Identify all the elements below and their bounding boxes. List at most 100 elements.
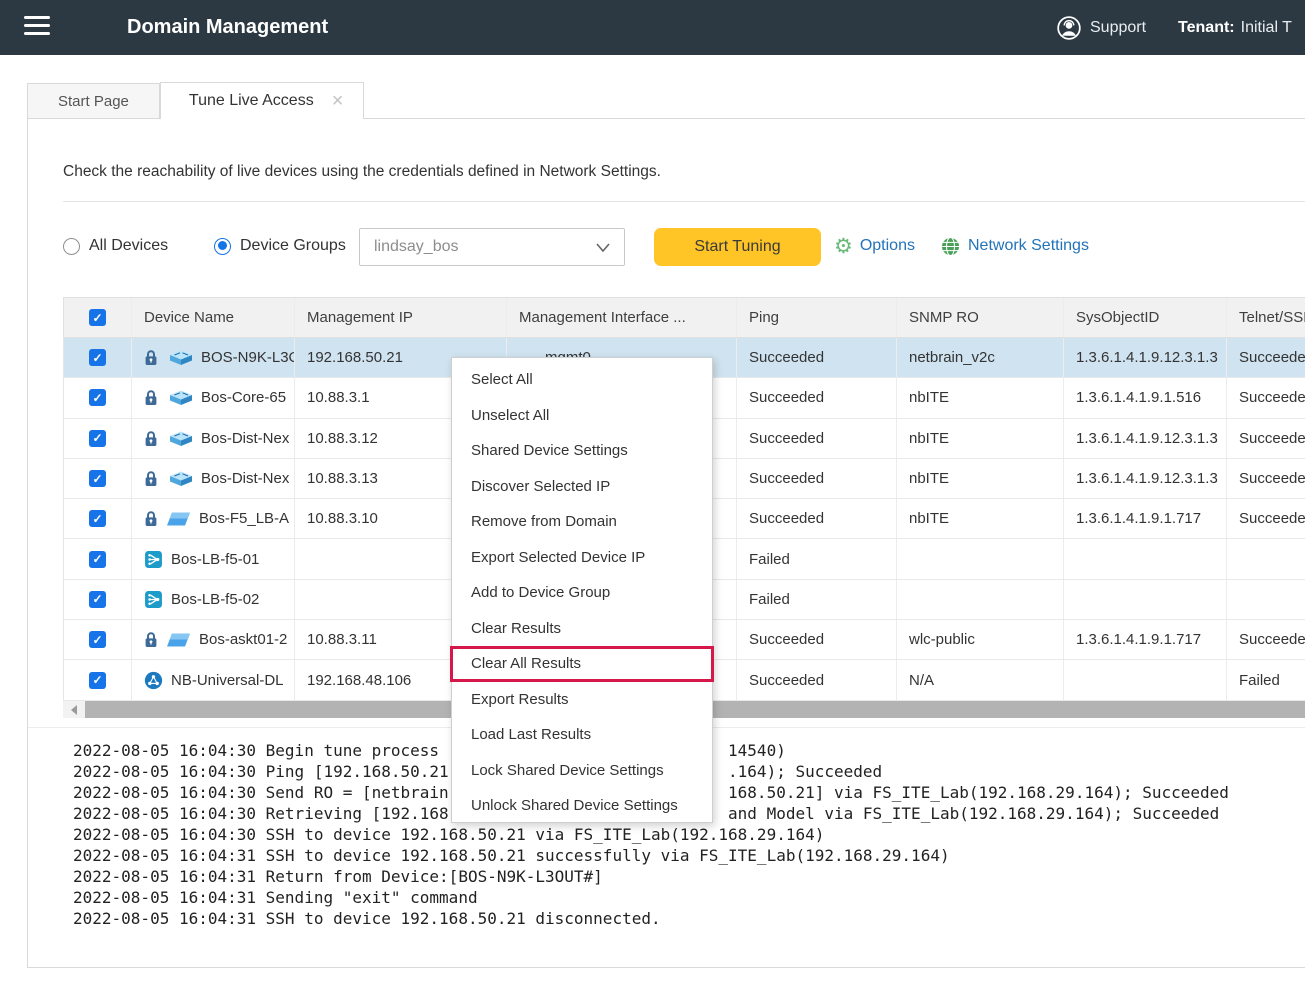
switch-icon [166, 389, 193, 406]
column-header-management-interface[interactable]: Management Interface ... [507, 298, 737, 337]
snmp-ro-cell: nbITE [897, 419, 1064, 458]
device-name: Bos-LB-f5-01 [171, 551, 259, 568]
row-checkbox[interactable]: ✓ [89, 470, 106, 487]
device-groups-radio-icon[interactable] [214, 238, 231, 255]
menu-item-unselect-all[interactable]: Unselect All [452, 398, 712, 434]
tab-start-page[interactable]: Start Page [27, 83, 160, 119]
menu-item-clear-all-results[interactable]: Clear All Results [452, 646, 712, 682]
row-checkbox[interactable]: ✓ [89, 430, 106, 447]
row-checkbox[interactable]: ✓ [89, 631, 106, 648]
menu-item-export-selected-device-ip[interactable]: Export Selected Device IP [452, 540, 712, 576]
app-header: Domain Management Support Tenant: Initia… [0, 0, 1305, 55]
radio-device-groups[interactable]: Device Groups [214, 235, 346, 257]
menu-item-remove-from-domain[interactable]: Remove from Domain [452, 504, 712, 540]
options-label: Options [860, 237, 915, 255]
menu-item-unlock-shared-device-settings[interactable]: Unlock Shared Device Settings [452, 788, 712, 824]
menu-item-clear-results[interactable]: Clear Results [452, 611, 712, 647]
snmp-ro-cell: wlc-public [897, 620, 1064, 659]
close-icon[interactable]: × [332, 91, 344, 111]
telnet-ssh-status-cell: Failed [1227, 660, 1305, 699]
tune-live-access-panel: Check the reachability of live devices u… [27, 118, 1305, 968]
ping-status-cell: Succeeded [737, 419, 897, 458]
ping-status-cell: Failed [737, 580, 897, 619]
menu-item-load-last-results[interactable]: Load Last Results [452, 717, 712, 753]
row-checkbox[interactable]: ✓ [89, 510, 106, 527]
snmp-ro-cell: N/A [897, 660, 1064, 699]
device-name-cell: Bos-askt01-2 [132, 620, 295, 659]
lock-icon [144, 631, 158, 648]
device-name-cell: Bos-Dist-Nex [132, 459, 295, 498]
row-select-cell: ✓ [64, 499, 132, 538]
options-link[interactable]: ⚙ Options [834, 234, 915, 258]
column-header-snmp-ro[interactable]: SNMP RO [897, 298, 1064, 337]
telnet-ssh-status-cell: Succeeded [1227, 499, 1305, 538]
snmp-ro-cell: nbITE [897, 378, 1064, 417]
device-group-select-value: lindsay_bos [374, 238, 596, 256]
menu-item-discover-selected-ip[interactable]: Discover Selected IP [452, 469, 712, 505]
snmp-ro-cell [897, 539, 1064, 578]
snmp-ro-cell: nbITE [897, 499, 1064, 538]
menu-item-add-to-device-group[interactable]: Add to Device Group [452, 575, 712, 611]
device-name-cell: Bos-Core-65 [132, 378, 295, 417]
menu-item-export-results[interactable]: Export Results [452, 682, 712, 718]
tab-tune-live-access-label: Tune Live Access [189, 92, 314, 110]
ping-status-cell: Succeeded [737, 660, 897, 699]
ping-status-cell: Succeeded [737, 378, 897, 417]
column-header-management-ip[interactable]: Management IP [295, 298, 507, 337]
radio-all-devices[interactable]: All Devices [63, 235, 168, 257]
sysobjectid-cell: 1.3.6.1.4.1.9.12.3.1.3 [1064, 338, 1227, 377]
gear-icon: ⚙ [834, 236, 853, 257]
sysobjectid-cell [1064, 580, 1227, 619]
device-name: Bos-Core-65 [201, 389, 286, 406]
column-header-ping[interactable]: Ping [737, 298, 897, 337]
universal-icon [144, 671, 163, 690]
menu-item-select-all[interactable]: Select All [452, 362, 712, 398]
tenant-label: Tenant: [1178, 19, 1235, 37]
telnet-ssh-status-cell: Succeeded [1227, 419, 1305, 458]
row-checkbox[interactable]: ✓ [89, 672, 106, 689]
row-checkbox[interactable]: ✓ [89, 591, 106, 608]
column-header-device-name[interactable]: Device Name [132, 298, 295, 337]
column-header-telnet-ssh[interactable]: Telnet/SSH [1227, 298, 1305, 337]
row-checkbox[interactable]: ✓ [89, 389, 106, 406]
row-checkbox[interactable]: ✓ [89, 349, 106, 366]
device-name: NB-Universal-DL [171, 672, 284, 689]
tab-tune-live-access[interactable]: Tune Live Access × [160, 82, 365, 119]
row-select-cell: ✓ [64, 378, 132, 417]
network-settings-link[interactable]: Network Settings [940, 234, 1089, 258]
telnet-ssh-status-cell [1227, 539, 1305, 578]
support-link[interactable]: Support [1090, 19, 1146, 37]
device-name: Bos-Dist-Nex [201, 470, 289, 487]
all-devices-radio-icon[interactable] [63, 238, 80, 255]
start-tuning-button[interactable]: Start Tuning [654, 228, 821, 266]
menu-item-shared-device-settings[interactable]: Shared Device Settings [452, 433, 712, 469]
device-name: Bos-F5_LB-A [199, 510, 289, 527]
telnet-ssh-status-cell: Succeeded [1227, 338, 1305, 377]
device-icon [166, 511, 191, 527]
device-name: Bos-LB-f5-02 [171, 591, 259, 608]
ping-status-cell: Failed [737, 539, 897, 578]
sysobjectid-cell: 1.3.6.1.4.1.9.12.3.1.3 [1064, 459, 1227, 498]
network-settings-label: Network Settings [968, 237, 1089, 255]
row-checkbox[interactable]: ✓ [89, 551, 106, 568]
menu-item-lock-shared-device-settings[interactable]: Lock Shared Device Settings [452, 753, 712, 789]
menu-icon[interactable] [24, 16, 50, 39]
select-all-checkbox[interactable]: ✓ [89, 309, 106, 326]
page-title: Domain Management [127, 0, 328, 55]
device-name: BOS-N9K-L3OUT [201, 349, 294, 366]
row-select-cell: ✓ [64, 620, 132, 659]
device-name-cell: BOS-N9K-L3OUT [132, 338, 295, 377]
loadbalancer-icon [144, 590, 163, 609]
chevron-down-icon [596, 243, 610, 252]
column-header-sysobjectid[interactable]: SysObjectID [1064, 298, 1227, 337]
tab-start-page-label: Start Page [58, 93, 129, 110]
device-name-cell: Bos-Dist-Nex [132, 419, 295, 458]
row-select-cell: ✓ [64, 338, 132, 377]
row-select-cell: ✓ [64, 539, 132, 578]
scroll-left-arrow-icon[interactable] [63, 701, 85, 718]
support-person-icon [1056, 15, 1082, 41]
device-group-select[interactable]: lindsay_bos [359, 228, 625, 266]
device-name-cell: Bos-LB-f5-01 [132, 539, 295, 578]
switch-icon [166, 349, 193, 366]
snmp-ro-cell: netbrain_v2c [897, 338, 1064, 377]
